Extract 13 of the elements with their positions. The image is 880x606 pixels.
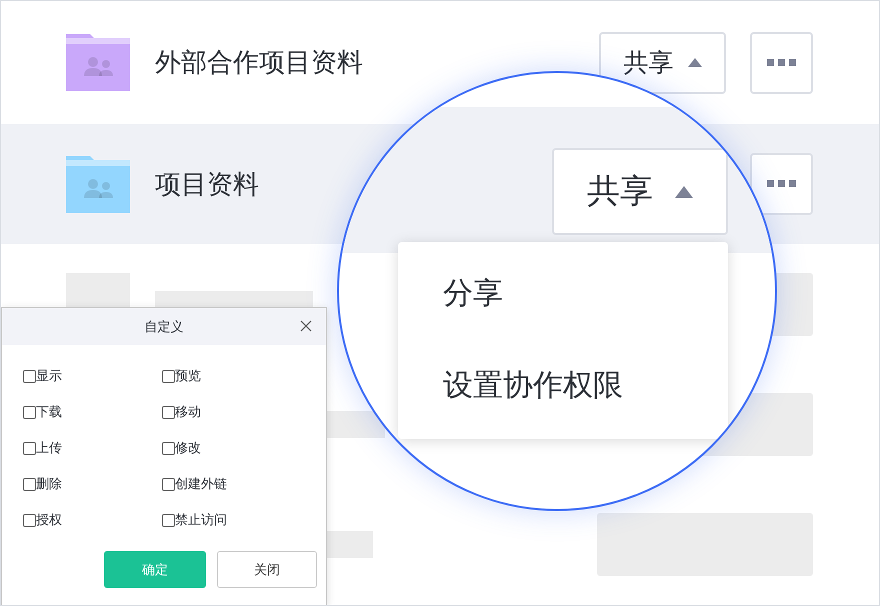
folder-name: 外部合作项目资料	[155, 47, 363, 80]
option-label: 创建外链	[175, 476, 227, 493]
option-label: 删除	[36, 476, 62, 493]
option-label: 修改	[175, 440, 201, 457]
option-label: 下载	[36, 404, 62, 421]
option-label: 禁止访问	[175, 512, 227, 529]
option-label: 显示	[36, 368, 62, 385]
option-label: 授权	[36, 512, 62, 529]
option-label: 预览	[175, 368, 201, 385]
dialog-title: 自定义	[144, 318, 184, 336]
option-label: 上传	[36, 440, 62, 457]
folder-name: 项目资料	[155, 168, 259, 202]
option-label: 移动	[175, 404, 201, 421]
